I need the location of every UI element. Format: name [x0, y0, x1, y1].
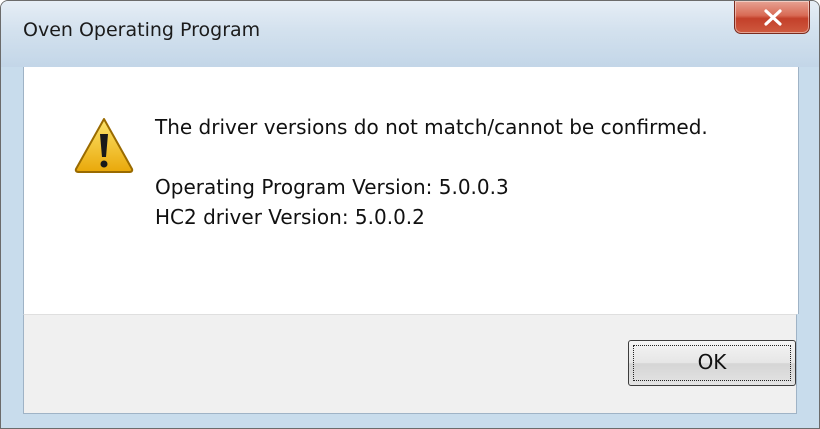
dialog-window: Oven Operating Program The driver versio…: [0, 0, 820, 429]
title-bar[interactable]: Oven Operating Program: [1, 1, 819, 67]
warning-icon: [74, 118, 134, 173]
window-title: Oven Operating Program: [23, 19, 261, 41]
button-area: OK: [23, 314, 797, 414]
message-headline: The driver versions do not match/cannot …: [155, 115, 708, 139]
ok-button[interactable]: OK: [628, 340, 796, 386]
close-icon: [764, 9, 782, 26]
ok-button-label: OK: [697, 350, 727, 374]
close-button[interactable]: [734, 1, 810, 34]
message-line-driver-version: HC2 driver Version: 5.0.0.2: [155, 205, 425, 229]
message-line-program-version: Operating Program Version: 5.0.0.3: [155, 175, 509, 199]
message-area: The driver versions do not match/cannot …: [23, 67, 799, 314]
